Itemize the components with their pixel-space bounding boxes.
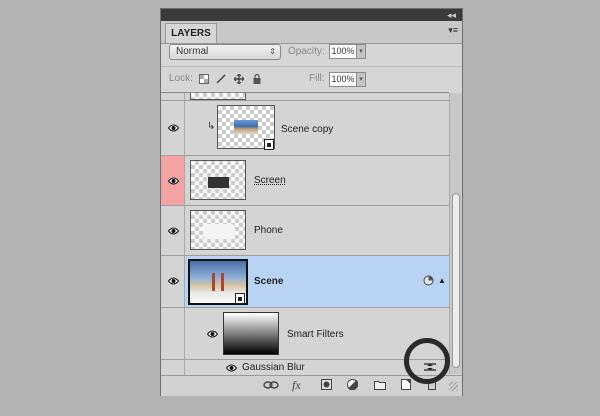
tab-row: LAYERS ▾≡ [161,21,462,44]
smart-filters-indicator-icon[interactable] [423,275,434,286]
eye-icon[interactable] [226,364,237,372]
collapse-effects-icon[interactable]: ▲ [438,276,446,285]
fill-dropdown-button[interactable]: ▾ [357,72,366,87]
highlight-circle [404,338,450,384]
updown-arrows-icon: ⇕ [269,47,276,56]
lock-transparent-pixels-icon[interactable] [199,74,209,84]
eye-icon[interactable] [168,177,179,185]
blend-opacity-row: Normal ⇕ Opacity: 100% ▾ [161,44,462,66]
eye-icon[interactable] [168,227,179,235]
filter-name[interactable]: Gaussian Blur [242,362,305,373]
eye-icon[interactable] [168,277,179,285]
layer-thumbnail [190,160,246,200]
panel-menu-icon[interactable]: ▾≡ [448,25,458,36]
layer-row-scene[interactable]: Scene ▲ [161,256,449,308]
layer-thumbnail [190,93,246,100]
opacity-input[interactable]: 100% [329,44,357,59]
layers-panel: ◂◂ LAYERS ▾≡ Normal ⇕ Opacity: 100% ▾ Lo… [160,8,463,396]
lock-row: Lock: Fill: 100% ▾ [161,70,462,90]
scrollbar[interactable] [449,93,462,374]
smart-filters-label[interactable]: Smart Filters [287,329,344,340]
fx-icon[interactable]: fx [292,378,301,393]
layer-row-phone[interactable]: Phone [161,206,449,256]
thumbnail-image [234,120,258,134]
layer-name[interactable]: Phone [254,225,283,236]
add-mask-icon[interactable] [321,379,332,390]
eye-icon[interactable] [168,124,179,132]
link-layers-icon[interactable] [263,380,279,390]
smart-object-icon [235,293,245,304]
thumbnail-image-detail [221,273,224,291]
lock-image-pixels-icon[interactable] [216,74,226,84]
adjustment-layer-icon[interactable] [347,379,358,390]
resize-grip[interactable] [449,382,458,391]
layer-row-screen[interactable]: Screen [161,156,449,206]
fill-input[interactable]: 100% [329,72,357,87]
layer-name[interactable]: Screen [254,175,286,186]
visibility-column [161,101,185,155]
lock-all-icon[interactable] [252,74,262,84]
thumbnail-image [208,177,229,188]
thumbnail-image-detail [212,273,215,291]
new-layer-icon[interactable] [401,379,411,390]
visibility-column [161,256,185,307]
visibility-column [161,156,185,205]
filter-mask-thumbnail[interactable] [223,312,279,355]
layer-name[interactable]: Scene [254,276,283,287]
thumbnail-image [203,224,235,239]
smart-object-icon [264,139,274,150]
visibility-column [161,308,185,359]
scrollbar-thumb[interactable] [452,193,460,368]
clipping-arrow-icon: ↳ [207,121,216,132]
eye-icon[interactable] [207,330,218,338]
new-group-icon[interactable] [374,380,386,390]
lock-label: Lock: [169,73,193,84]
panel-title-bar[interactable]: ◂◂ [161,9,462,21]
visibility-column [161,360,185,375]
layer-name[interactable]: Scene copy [281,124,333,135]
fill-label: Fill: [309,73,325,84]
opacity-dropdown-button[interactable]: ▾ [357,44,366,59]
collapse-icon[interactable]: ◂◂ [447,10,456,20]
blend-mode-value: Normal [176,46,209,57]
opacity-label: Opacity: [288,46,325,57]
divider [161,66,462,67]
partial-layer-row[interactable] [161,93,449,101]
visibility-column [161,206,185,255]
layer-thumbnail [190,210,246,250]
visibility-column [161,93,185,100]
tab-layers[interactable]: LAYERS [165,23,217,43]
blend-mode-select[interactable]: Normal ⇕ [169,44,281,60]
layers-list: ↳ Scene copy Screen Phone Scene ▲ Smart … [161,92,449,375]
layer-row-scene-copy[interactable]: ↳ Scene copy [161,101,449,156]
lock-position-icon[interactable] [234,74,244,84]
